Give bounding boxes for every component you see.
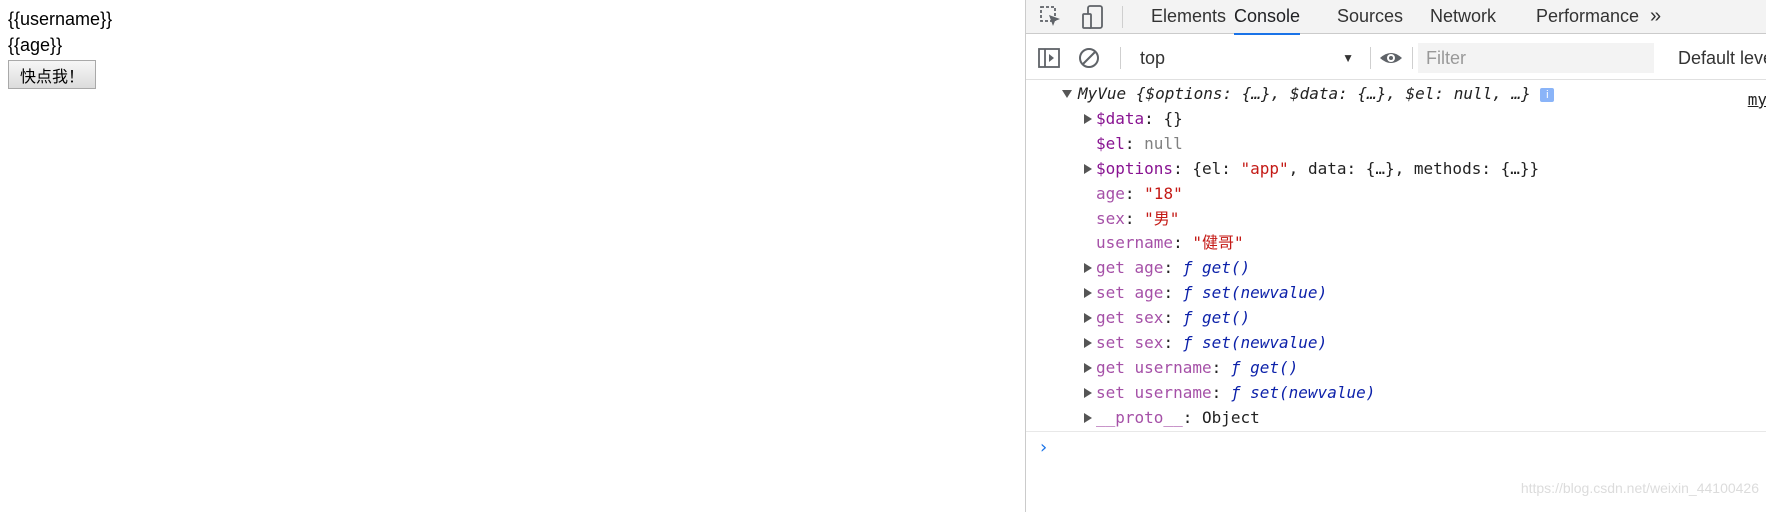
more-tabs-icon[interactable]: » [1650, 0, 1661, 33]
expand-triangle-icon[interactable] [1084, 363, 1092, 373]
property-key: age [1096, 184, 1125, 203]
property-value: {el: "app", data: {…}, methods: {…}} [1192, 159, 1540, 178]
property-key: get sex [1096, 308, 1164, 327]
property-row[interactable]: $options: {el: "app", data: {…}, methods… [1026, 157, 1766, 181]
property-value: ƒ get() [1182, 258, 1251, 277]
expand-triangle-icon[interactable] [1084, 413, 1092, 423]
eye-icon[interactable] [1378, 45, 1404, 71]
property-value: ƒ set(newvalue) [1182, 333, 1328, 352]
expand-triangle-icon[interactable] [1084, 313, 1092, 323]
age-template-text: {{age}} [8, 35, 63, 55]
console-toolbar: top ▼ Default levels ▼ [1026, 37, 1766, 80]
tab-sources[interactable]: Sources [1337, 0, 1403, 33]
context-selector[interactable]: top ▼ [1138, 45, 1362, 71]
tab-console[interactable]: Console [1234, 0, 1301, 35]
log-levels-dropdown[interactable]: Default levels ▼ [1678, 45, 1766, 71]
property-row[interactable]: $data: {} [1026, 107, 1766, 131]
object-class-name: MyVue [1078, 84, 1127, 103]
username-template-text: {{username}} [8, 9, 113, 29]
property-key: __proto__ [1096, 408, 1183, 427]
expand-triangle-icon[interactable] [1084, 263, 1092, 273]
property-key: $options [1096, 159, 1174, 178]
console-prompt-icon[interactable]: › [1038, 437, 1049, 458]
property-key: sex [1096, 209, 1125, 228]
property-value: ƒ get() [1182, 308, 1251, 327]
property-value: ƒ set(newvalue) [1182, 283, 1328, 302]
property-row[interactable]: set age: ƒ set(newvalue) [1026, 281, 1766, 305]
click-me-button[interactable]: 快点我！ [8, 60, 96, 89]
expand-triangle-icon[interactable] [1084, 288, 1092, 298]
expand-triangle-icon[interactable] [1084, 388, 1092, 398]
devtools-tab-bar: Elements Console Sources Network Perform… [1026, 0, 1766, 35]
property-value: ƒ set(newvalue) [1230, 383, 1376, 402]
expand-triangle-icon[interactable] [1084, 164, 1092, 174]
property-value: ƒ get() [1230, 358, 1299, 377]
property-row: username: "健哥" [1096, 233, 1244, 252]
property-value: Object [1201, 408, 1260, 427]
property-row[interactable]: get sex: ƒ get() [1026, 306, 1766, 330]
clear-console-icon[interactable] [1076, 45, 1102, 71]
property-row[interactable]: get username: ƒ get() [1026, 356, 1766, 380]
property-row[interactable]: __proto__: Object [1026, 406, 1766, 430]
property-key: $el [1096, 134, 1125, 153]
property-row[interactable]: set username: ƒ set(newvalue) [1026, 381, 1766, 405]
devtools-panel: Elements Console Sources Network Perform… [1025, 0, 1766, 512]
property-value: "18" [1144, 184, 1183, 203]
toolbar-divider [1370, 47, 1371, 69]
property-key: username [1096, 233, 1174, 252]
web-page-viewport: {{username}} {{age}} 快点我！ [0, 0, 1025, 512]
expand-triangle-icon[interactable] [1084, 338, 1092, 348]
expand-triangle-icon[interactable] [1084, 114, 1092, 124]
collapse-triangle-icon[interactable] [1062, 90, 1072, 98]
info-badge-icon[interactable]: i [1540, 87, 1555, 102]
console-object-row[interactable]: MyVue {$options: {…}, $data: {…}, $el: n… [1026, 82, 1766, 109]
tab-elements[interactable]: Elements [1151, 0, 1226, 33]
property-key: set age [1096, 283, 1164, 302]
sidebar-toggle-icon[interactable] [1036, 45, 1062, 71]
property-row: age: "18" [1096, 184, 1183, 203]
property-row: $el: null [1096, 134, 1183, 153]
property-row[interactable]: set sex: ƒ set(newvalue) [1026, 331, 1766, 355]
toolbar-divider [1412, 47, 1413, 69]
property-row[interactable]: get age: ƒ get() [1026, 256, 1766, 280]
property-value: null [1144, 134, 1183, 153]
property-row: sex: "男" [1096, 209, 1180, 228]
property-key: set sex [1096, 333, 1164, 352]
toolbar-divider [1120, 47, 1121, 69]
tab-performance[interactable]: Performance [1536, 0, 1639, 33]
property-key: $data [1096, 109, 1145, 128]
object-preview: {$options: {…}, $data: {…}, $el: null, …… [1135, 84, 1531, 103]
toolbar-divider [1122, 6, 1123, 28]
chevron-down-icon: ▼ [1342, 51, 1354, 65]
context-value: top [1140, 48, 1166, 68]
property-key: set username [1096, 383, 1212, 402]
property-value: {} [1163, 109, 1183, 128]
property-key: get age [1096, 258, 1164, 277]
tab-network[interactable]: Network [1430, 0, 1496, 33]
device-toolbar-icon[interactable] [1080, 4, 1106, 30]
property-value: "男" [1144, 209, 1180, 228]
property-key: get username [1096, 358, 1212, 377]
property-value: "健哥" [1192, 233, 1244, 252]
watermark-text: https://blog.csdn.net/weixin_44100426 [1520, 480, 1759, 496]
prompt-divider [1026, 431, 1766, 432]
inspect-element-icon[interactable] [1038, 4, 1064, 30]
filter-input[interactable] [1418, 43, 1654, 73]
